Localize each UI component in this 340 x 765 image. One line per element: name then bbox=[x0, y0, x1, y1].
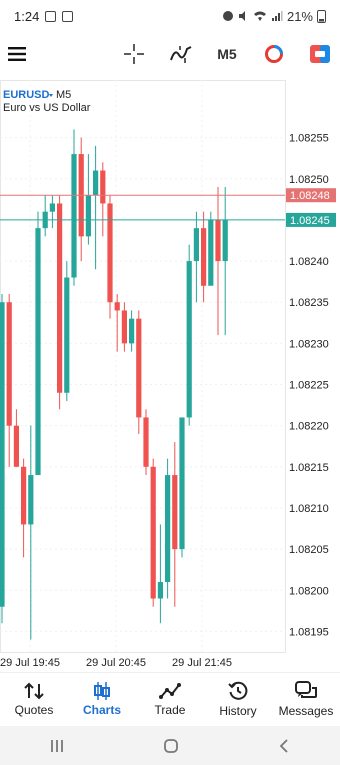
candle-body bbox=[201, 228, 207, 286]
candle-body bbox=[114, 302, 120, 311]
candle-body bbox=[193, 228, 199, 262]
mute-icon bbox=[238, 11, 245, 21]
y-tick-label: 1.08235 bbox=[289, 297, 329, 309]
y-tick-label: 1.08210 bbox=[289, 503, 329, 515]
trade-icon bbox=[159, 683, 181, 699]
candle-body bbox=[0, 302, 5, 607]
one-click-icon bbox=[310, 45, 330, 63]
status-time: 1:24 bbox=[14, 8, 40, 24]
y-tick-label: 1.08205 bbox=[289, 544, 329, 556]
y-tick-label: 1.08215 bbox=[289, 462, 329, 474]
one-click-trading-button[interactable] bbox=[308, 40, 332, 68]
quotes-icon bbox=[24, 682, 44, 700]
candle-body bbox=[49, 203, 55, 212]
crosshair-icon bbox=[124, 44, 144, 64]
candle-body bbox=[21, 466, 27, 525]
wifi-icon bbox=[253, 11, 266, 21]
candle-body bbox=[6, 302, 12, 426]
charts-icon bbox=[94, 682, 110, 700]
y-tick-label: 1.08240 bbox=[289, 256, 329, 268]
candle-body bbox=[35, 228, 41, 476]
candle-body bbox=[143, 417, 149, 467]
candle-body bbox=[100, 170, 106, 204]
x-tick-label: 29 Jul 21:45 bbox=[172, 657, 232, 669]
system-nav-bar bbox=[0, 726, 340, 765]
nav-messages-label: Messages bbox=[278, 704, 334, 718]
y-tick-label: 1.08255 bbox=[289, 133, 329, 145]
nav-charts-label: Charts bbox=[82, 703, 121, 717]
candle-body bbox=[85, 195, 91, 237]
timeframe-button[interactable]: M5 bbox=[212, 40, 242, 68]
alarm-icon bbox=[222, 11, 233, 21]
nav-history-label: History bbox=[219, 704, 257, 718]
trade-app-icon bbox=[265, 45, 283, 63]
history-icon bbox=[228, 681, 248, 700]
bottom-nav: Quotes Charts Trade History Messages bbox=[0, 672, 340, 726]
nav-quotes[interactable]: Quotes bbox=[0, 673, 68, 726]
candle-body bbox=[121, 310, 127, 344]
symbol-description: Euro vs US Dollar bbox=[3, 102, 91, 114]
y-tick-label: 1.08230 bbox=[289, 338, 329, 350]
candle-body bbox=[71, 154, 77, 278]
candle-body bbox=[222, 219, 228, 262]
nav-history[interactable]: History bbox=[204, 673, 272, 726]
candle-body bbox=[64, 277, 70, 393]
candle-body bbox=[157, 582, 163, 599]
check-icon bbox=[62, 10, 74, 22]
indicator-icon bbox=[170, 46, 192, 63]
y-tick-label: 1.08225 bbox=[289, 380, 329, 392]
gallery-icon bbox=[45, 10, 57, 22]
candle-body bbox=[136, 318, 142, 418]
candle-body bbox=[129, 318, 135, 344]
recent-apps-icon[interactable] bbox=[49, 739, 65, 753]
home-icon[interactable] bbox=[163, 738, 179, 754]
candle-body bbox=[179, 417, 185, 550]
nav-quotes-label: Quotes bbox=[14, 703, 54, 717]
back-icon[interactable] bbox=[277, 738, 291, 754]
symbol-dropdown-icon bbox=[49, 94, 53, 97]
candle-body bbox=[172, 475, 178, 550]
symbol-timeframe: M5 bbox=[56, 89, 71, 101]
menu-button[interactable] bbox=[6, 40, 28, 68]
candle-body bbox=[93, 170, 99, 196]
nav-trade-label: Trade bbox=[154, 703, 186, 717]
bid-line-label: 1.08245 bbox=[290, 215, 330, 227]
crosshair-button[interactable] bbox=[122, 40, 146, 68]
messages-icon bbox=[295, 681, 317, 698]
symbol-name: EURUSD bbox=[3, 89, 50, 101]
candlestick-chart[interactable]: 1.08255 1.08250 1.08240 1.08235 1.08230 1.082… bbox=[0, 80, 340, 670]
chart-area[interactable]: 1.08255 1.08250 1.08240 1.08235 1.08230 1.082… bbox=[0, 80, 340, 670]
battery-percent: 21% bbox=[286, 8, 313, 24]
status-bar: 1:24 21% bbox=[0, 0, 340, 32]
ask-line-label: 1.08248 bbox=[290, 190, 330, 202]
chart-toolbar: M5 bbox=[0, 34, 340, 74]
candle-body bbox=[57, 203, 63, 393]
x-tick-label: 29 Jul 19:45 bbox=[0, 657, 60, 669]
signal-icon bbox=[271, 11, 283, 21]
candle-body bbox=[165, 475, 171, 583]
plot-frame bbox=[0, 80, 286, 653]
candle-body bbox=[215, 219, 221, 262]
nav-trade[interactable]: Trade bbox=[136, 673, 204, 726]
candle-body bbox=[13, 425, 19, 467]
battery-icon bbox=[317, 10, 326, 23]
y-tick-label: 1.08200 bbox=[289, 585, 329, 597]
candle-body bbox=[208, 219, 214, 286]
nav-messages[interactable]: Messages bbox=[272, 673, 340, 726]
indicators-button[interactable] bbox=[168, 40, 194, 68]
candle-body bbox=[28, 475, 34, 525]
trade-app-button[interactable] bbox=[262, 40, 286, 68]
x-tick-label: 29 Jul 20:45 bbox=[86, 657, 146, 669]
y-tick-label: 1.08250 bbox=[289, 174, 329, 186]
candle-body bbox=[107, 203, 113, 303]
candle-body bbox=[150, 466, 156, 599]
y-tick-label: 1.08220 bbox=[289, 421, 329, 433]
nav-charts[interactable]: Charts bbox=[68, 673, 136, 726]
candle-body bbox=[186, 261, 192, 418]
y-tick-label: 1.08195 bbox=[289, 626, 329, 638]
menu-icon bbox=[8, 47, 26, 61]
